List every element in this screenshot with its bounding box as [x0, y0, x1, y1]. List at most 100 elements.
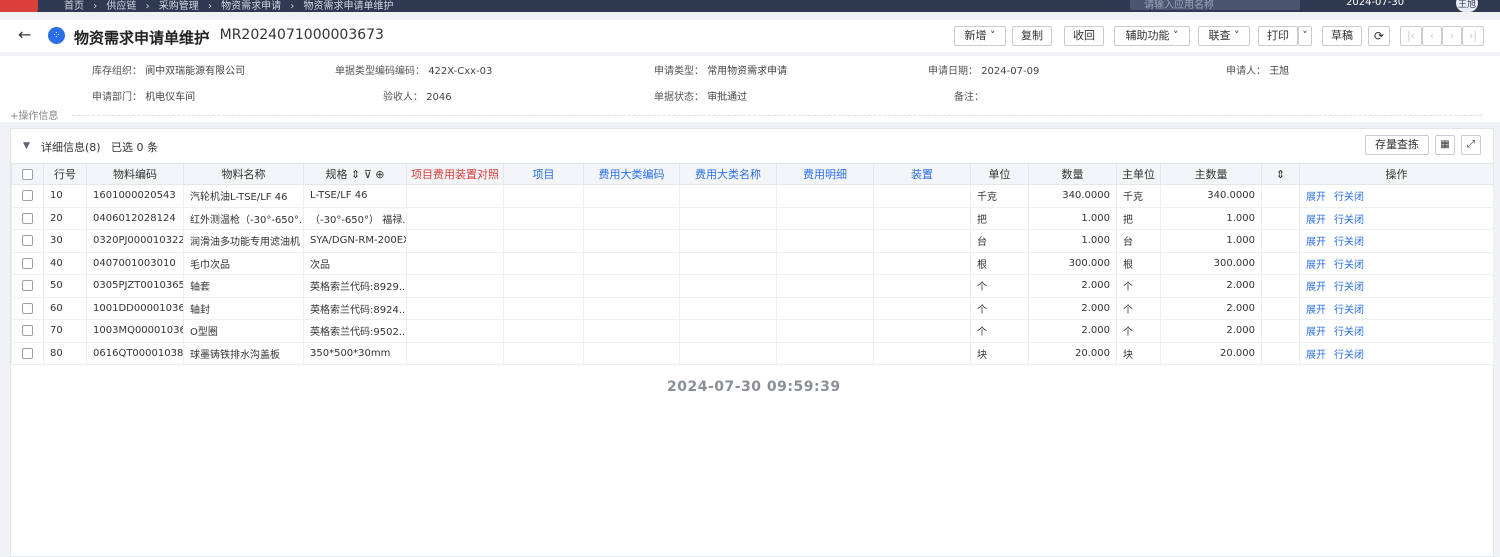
operation-info-toggle[interactable]: +操作信息: [10, 107, 58, 122]
cell-expense-code: [583, 229, 680, 253]
app-logo[interactable]: [0, 0, 38, 12]
breadcrumb: 首页 › 供应链 › 采购管理 › 物资需求申请 › 物资需求申请单维护: [64, 0, 400, 12]
app-icon: ⁘: [48, 27, 65, 44]
fullscreen-icon[interactable]: ⤢: [1461, 135, 1481, 155]
column-header[interactable]: 费用大类名称: [679, 163, 777, 185]
cell-actions: 展开 行关闭: [1299, 274, 1494, 298]
row-checkbox-cell[interactable]: [11, 206, 44, 230]
row-close-link[interactable]: 行关闭: [1334, 282, 1364, 293]
row-close-link[interactable]: 行关闭: [1334, 305, 1364, 316]
breadcrumb-supply-chain[interactable]: 供应链: [106, 1, 136, 12]
prev-page-icon[interactable]: ‹: [1422, 26, 1442, 46]
back-arrow-icon[interactable]: ←: [18, 25, 31, 44]
column-header[interactable]: 项目费用装置对照: [406, 163, 504, 185]
column-header[interactable]: 数量: [1028, 163, 1117, 185]
column-header[interactable]: 规格 ⇕ ⊽ ⊕: [303, 163, 407, 185]
table-row[interactable]: 80 0616QT000010383 球墨铸铁排水沟盖板 350*500*30mm 块 2…: [11, 341, 1494, 365]
row-close-link[interactable]: 行关闭: [1334, 215, 1364, 226]
cell-expense-name: [679, 296, 777, 320]
column-header[interactable]: 项目: [503, 163, 584, 185]
breadcrumb-home[interactable]: 首页: [64, 1, 84, 12]
column-header[interactable]: 操作: [1299, 163, 1494, 185]
column-header[interactable]: 行号: [43, 163, 87, 185]
column-header[interactable]: 费用明细: [776, 163, 874, 185]
copy-button[interactable]: 复制: [1012, 26, 1052, 46]
row-close-link[interactable]: 行关闭: [1334, 260, 1364, 271]
column-header[interactable]: 物料名称: [183, 163, 304, 185]
link-query-button[interactable]: 联查 ˅: [1198, 26, 1250, 46]
grid-layout-icon[interactable]: ▦: [1435, 135, 1455, 155]
divider: [72, 115, 1482, 116]
row-close-link[interactable]: 行关闭: [1334, 192, 1364, 203]
expand-link[interactable]: 展开: [1306, 282, 1326, 293]
row-checkbox[interactable]: [22, 235, 33, 246]
avatar[interactable]: 王旭: [1456, 0, 1478, 12]
cell-actions: 展开 行关闭: [1299, 184, 1494, 208]
row-checkbox-cell[interactable]: [11, 229, 44, 253]
column-header[interactable]: 装置: [873, 163, 971, 185]
print-more-button[interactable]: ˅: [1298, 26, 1312, 46]
row-close-link[interactable]: 行关闭: [1334, 327, 1364, 338]
next-page-icon[interactable]: ›: [1442, 26, 1462, 46]
expand-link[interactable]: 展开: [1306, 327, 1326, 338]
row-checkbox-cell[interactable]: [11, 251, 44, 275]
row-checkbox[interactable]: [22, 212, 33, 224]
expand-link[interactable]: 展开: [1306, 260, 1326, 271]
row-checkbox[interactable]: [22, 347, 33, 359]
field-label: 单据状态：: [654, 92, 704, 103]
collapse-triangle-icon[interactable]: ▼: [23, 141, 30, 151]
row-close-link[interactable]: 行关闭: [1334, 237, 1364, 248]
draft-button[interactable]: 草稿: [1322, 26, 1362, 46]
first-page-icon[interactable]: |‹: [1400, 26, 1422, 46]
row-checkbox-cell[interactable]: [11, 319, 44, 343]
column-header[interactable]: 物料编码: [86, 163, 184, 185]
recall-button[interactable]: 收回: [1064, 26, 1104, 46]
field-value: 422X-Cxx-03: [428, 66, 493, 77]
table-row[interactable]: 20 0406012028124 红外测温枪（-30°-650°... （-30°-6…: [11, 206, 1494, 230]
row-checkbox[interactable]: [22, 190, 33, 201]
select-all-checkbox[interactable]: [11, 163, 44, 185]
stock-query-button[interactable]: 存量查拣: [1365, 135, 1429, 155]
row-checkbox[interactable]: [22, 302, 33, 314]
table-row[interactable]: 30 0320PJ000010322 润滑油多功能专用滤油机 SYA/DGN-RM-2…: [11, 229, 1494, 253]
column-header[interactable]: 单位: [970, 163, 1029, 185]
app-search-input[interactable]: 请输入应用名称: [1130, 0, 1300, 11]
aux-function-button[interactable]: 辅助功能 ˅: [1114, 26, 1190, 46]
column-header[interactable]: 主单位: [1116, 163, 1161, 185]
new-button[interactable]: 新增 ˅: [954, 26, 1006, 46]
breadcrumb-procurement[interactable]: 采购管理: [159, 1, 199, 12]
column-header[interactable]: 主数量: [1160, 163, 1262, 185]
cell-material-name: 润滑油多功能专用滤油机: [183, 229, 304, 253]
row-checkbox[interactable]: [22, 280, 33, 291]
expand-link[interactable]: 展开: [1306, 350, 1326, 361]
table-row[interactable]: 60 1001DD000010366 轴封 英格索兰代码:8924... 个 2.000 个…: [11, 296, 1494, 320]
expand-link[interactable]: 展开: [1306, 192, 1326, 203]
row-checkbox-cell[interactable]: [11, 296, 44, 320]
cell-material-code: 1003MQ000010364: [86, 319, 184, 343]
row-checkbox[interactable]: [22, 325, 33, 336]
cell-expense-name: [679, 341, 777, 365]
cell-actions: 展开 行关闭: [1299, 229, 1494, 253]
expand-link[interactable]: 展开: [1306, 237, 1326, 248]
table-row[interactable]: 50 0305PJZT0010365 轴套 英格索兰代码:8929... 个 2.000 个…: [11, 274, 1494, 298]
row-close-link[interactable]: 行关闭: [1334, 350, 1364, 361]
last-page-icon[interactable]: ›|: [1462, 26, 1484, 46]
column-header[interactable]: 费用大类编码: [583, 163, 680, 185]
table-row[interactable]: 10 1601000020543 汽轮机油L-TSE/LF 46 L-TSE/LF 4…: [11, 184, 1494, 208]
table-row[interactable]: 40 0407001003010 毛巾次品 次品根 300.000 根 300.000 展开行…: [11, 251, 1494, 275]
expand-link[interactable]: 展开: [1306, 215, 1326, 226]
cell-quantity: 1.000: [1028, 206, 1117, 230]
row-checkbox-cell[interactable]: [11, 341, 44, 365]
row-checkbox[interactable]: [22, 257, 33, 269]
expand-link[interactable]: 展开: [1306, 305, 1326, 316]
row-checkbox-cell[interactable]: [11, 184, 44, 208]
table-row[interactable]: 70 1003MQ000010364 O型圈 英格索兰代码:9502... 个 2.000…: [11, 319, 1494, 343]
breadcrumb-material-request[interactable]: 物资需求申请: [221, 1, 281, 12]
row-checkbox-cell[interactable]: [11, 274, 44, 298]
cell-project-mapping: [406, 206, 504, 230]
print-button[interactable]: 打印: [1258, 26, 1298, 46]
column-header[interactable]: ⇕: [1261, 163, 1300, 185]
doc-number: : MR2024071000003673: [206, 27, 384, 43]
refresh-icon[interactable]: ⟳: [1368, 26, 1390, 46]
top-nav-bar: 首页 › 供应链 › 采购管理 › 物资需求申请 › 物资需求申请单维护 请输入…: [0, 0, 1500, 12]
